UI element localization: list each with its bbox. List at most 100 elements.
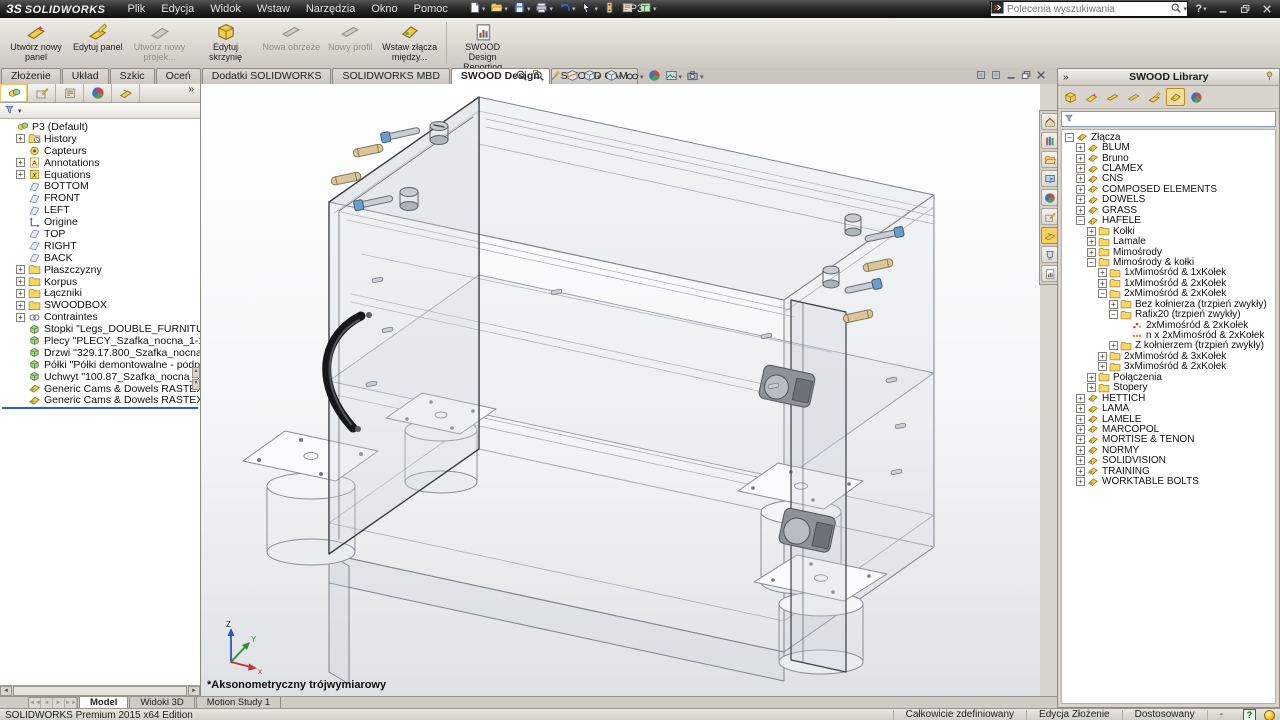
expand-icon[interactable]: + <box>16 170 25 179</box>
menu-edycja[interactable]: Edycja <box>153 2 202 16</box>
tree-item-p-ki-p-ki-demontowalne-podp-rki-szafka[interactable]: Półki "Półki demontowalne - podpórki_Sza… <box>0 359 200 371</box>
tree-filter-bar[interactable]: ▾ <box>0 103 200 119</box>
tree-horizontal-scrollbar[interactable]: ◄ ► <box>0 685 200 696</box>
library-item-1xmimo-r-d-1xko-ek[interactable]: +1xMimośród & 1xKołek <box>1062 268 1275 278</box>
dropdown-caret-icon[interactable]: ▾ <box>700 73 704 81</box>
next-tab-icon[interactable]: ► <box>53 698 65 708</box>
close-document-button[interactable] <box>1035 69 1047 84</box>
swood-connectors-button[interactable] <box>1166 88 1185 106</box>
zoom-selected-button[interactable] <box>549 69 562 85</box>
command-search[interactable]: ▾ <box>990 1 1188 17</box>
options-button[interactable]: ▾ <box>637 1 659 17</box>
zoom-fit-button[interactable] <box>515 69 528 85</box>
library-item-mimo-rody[interactable]: +Mimośrody <box>1062 247 1275 257</box>
library-item-lamale[interactable]: +Lamale <box>1062 236 1275 246</box>
home-tab[interactable] <box>1041 113 1058 130</box>
expand-icon[interactable]: + <box>1076 425 1085 434</box>
dropdown-caret-icon[interactable]: ▾ <box>504 5 508 13</box>
expand-icon[interactable]: + <box>1098 268 1107 277</box>
view-palette-tab[interactable] <box>1041 170 1058 187</box>
restore-document-button[interactable] <box>1020 69 1032 84</box>
design-library-tab[interactable] <box>1041 132 1058 149</box>
edytuj-skrzyni-button[interactable]: Edytuj skrzynię <box>193 18 259 68</box>
library-item-hafele[interactable]: −HAFELE <box>1062 216 1275 226</box>
expand-icon[interactable]: + <box>16 134 25 143</box>
tree-item-contraintes[interactable]: +Contraintes <box>0 311 200 323</box>
expand-icon[interactable]: + <box>16 313 25 322</box>
expand-icon[interactable]: − <box>1065 133 1074 142</box>
edit-appearance-button[interactable] <box>648 69 661 85</box>
scroll-left-icon[interactable]: ◄ <box>0 686 12 696</box>
dropdown-caret-icon[interactable]: ▾ <box>640 73 644 81</box>
tree-item-origine[interactable]: Origine <box>0 216 200 228</box>
expand-icon[interactable]: + <box>1087 237 1096 246</box>
library-item-bez-ko-nierza-trzpie-zwyk-y[interactable]: +Bez kołnierza (trzpień zwykły) <box>1062 299 1275 309</box>
tree-item-swoodbox[interactable]: +SWOODBOX <box>0 299 200 311</box>
tree-item-top[interactable]: TOP <box>0 228 200 240</box>
minimize-document-button[interactable] <box>1005 69 1017 84</box>
dropdown-caret-icon[interactable]: ▾ <box>482 5 486 13</box>
panel-flyout-icon[interactable]: » <box>182 84 200 102</box>
expand-icon[interactable]: + <box>1076 456 1085 465</box>
tree-item-right[interactable]: RIGHT <box>0 240 200 252</box>
library-item-2xmimo-r-d-2xko-ek[interactable]: −2xMimośród & 2xKołek <box>1062 289 1275 299</box>
library-item-ko-ki[interactable]: +Kołki <box>1062 226 1275 236</box>
wstaw-z-cza-mi-dzy-button[interactable]: Wstaw złącza między... <box>377 18 443 68</box>
search-caret-icon[interactable]: ▾ <box>1183 5 1187 13</box>
tree-item-drzwi-329-17-800-szafka-nocna-1-1[interactable]: Drzwi "329.17.800_Szafka_nocna_1-1" <box>0 347 200 359</box>
help-button[interactable]: ?▾ <box>1192 2 1210 16</box>
expand-icon[interactable]: + <box>1076 164 1085 173</box>
tree-item-p-aszczyzny[interactable]: +Płaszczyzny <box>0 264 200 276</box>
tree-item-uchwyt-100-87-szafka-nocna-1-1[interactable]: Uchwyt "100.87_Szafka_nocna_1-1" <box>0 371 200 383</box>
panel-tab-propertymanager[interactable] <box>28 84 56 102</box>
select-button[interactable]: ▾ <box>578 1 600 17</box>
scroll-thumb[interactable] <box>13 686 187 696</box>
rebuild-button[interactable] <box>601 1 618 17</box>
scroll-right-icon[interactable]: ► <box>188 686 200 696</box>
expand-icon[interactable]: + <box>1087 227 1096 236</box>
tab-z-o-enie[interactable]: Złożenie <box>1 68 61 84</box>
expand-icon[interactable]: + <box>1076 435 1085 444</box>
tree-item-generic-cams-dowels-rastex-2[interactable]: Generic Cams & Dowels RASTEX 2 <box>0 383 200 395</box>
swood-reports-tab[interactable] <box>1041 265 1058 282</box>
pin-icon[interactable] <box>1264 70 1279 84</box>
tree-item-back[interactable]: BACK <box>0 252 200 264</box>
expand-icon[interactable]: + <box>16 265 25 274</box>
tree-item-korpus[interactable]: +Korpus <box>0 276 200 288</box>
expand-icon[interactable]: + <box>1076 195 1085 204</box>
tab-dodatki-solidworks[interactable]: Dodatki SOLIDWORKS <box>202 68 332 84</box>
first-tab-icon[interactable]: ◄◄ <box>29 698 41 708</box>
undo-button[interactable]: ▾ <box>556 1 578 17</box>
library-item-1xmimo-r-d-2xko-ek[interactable]: +1xMimośród & 2xKołek <box>1062 278 1275 288</box>
expand-icon[interactable]: + <box>1087 383 1096 392</box>
dropdown-caret-icon[interactable]: ▾ <box>619 73 623 81</box>
expand-icon[interactable]: + <box>1087 248 1096 257</box>
library-item-mimo-rody-ko-ki[interactable]: −Mimośrody & kołki <box>1062 257 1275 267</box>
dropdown-caret-icon[interactable]: ▾ <box>653 5 657 13</box>
expand-icon[interactable]: + <box>1076 415 1085 424</box>
view-settings-button[interactable]: ▾ <box>686 69 704 85</box>
library-filter[interactable] <box>1061 111 1276 127</box>
zoom-area-button[interactable] <box>532 69 545 85</box>
expand-icon[interactable]: + <box>1076 174 1085 183</box>
dropdown-caret-icon[interactable]: ▾ <box>597 73 601 81</box>
expand-icon[interactable]: + <box>16 289 25 298</box>
tree-item-bottom[interactable]: BOTTOM <box>0 180 200 192</box>
expand-icon[interactable]: + <box>16 277 25 286</box>
library-item-n-x-2xmimo-r-d-2xko-ek[interactable]: n x 2xMimośród & 2xKołek <box>1062 330 1275 340</box>
display-style-button[interactable]: ▾ <box>605 69 623 85</box>
library-item-z-ko-nierzem-trzpie-zwyk-y[interactable]: +Z kołnierzem (trzpień zwykły) <box>1062 341 1275 351</box>
dropdown-caret-icon[interactable]: ▾ <box>572 5 576 13</box>
last-tab-icon[interactable]: ►► <box>65 698 77 708</box>
edytuj-panel-button[interactable]: Edytuj panel <box>69 18 127 68</box>
tree-item-stopki-legs-double-furniture-2-1[interactable]: Stopki "Legs_DOUBLE_FURNITURE_2-1" <box>0 323 200 335</box>
swood-library-tab[interactable] <box>1041 227 1058 244</box>
menu-narz-dzia[interactable]: Narzędzia <box>298 2 364 16</box>
tree-vertical-scrollbar[interactable]: ▲▼ <box>192 367 200 390</box>
search-input[interactable] <box>1004 3 1170 15</box>
prev-tab-icon[interactable]: ◄ <box>41 698 53 708</box>
panel-tab-swood-manager[interactable] <box>112 84 140 102</box>
file-explorer-tab[interactable] <box>1041 151 1058 168</box>
tree-item-equations[interactable]: +xEquations <box>0 169 200 181</box>
open-button[interactable]: ▾ <box>488 1 510 17</box>
